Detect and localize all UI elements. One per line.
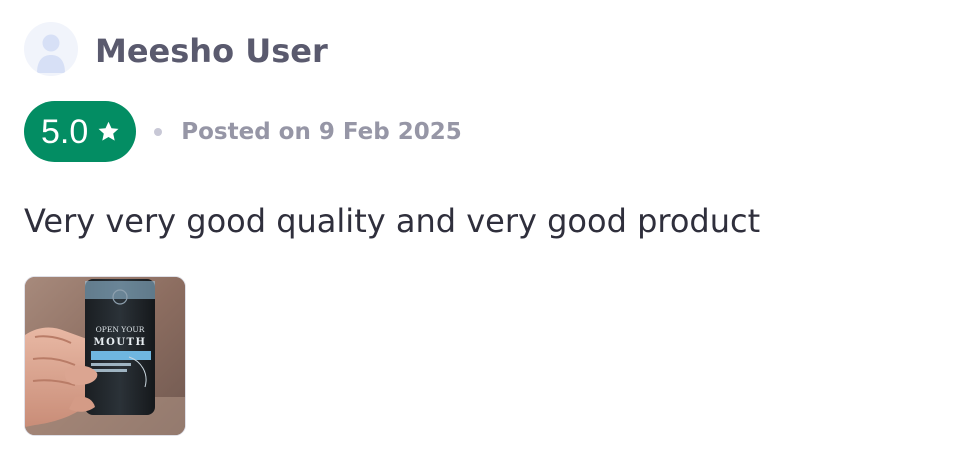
rating-value: 5.0 [41,112,89,151]
user-avatar [24,22,78,76]
star-icon [98,121,119,141]
review-photo-image: OPEN YOUR MOUTH [25,277,185,435]
reviewer-name: Meesho User [95,32,328,70]
photo-label-line-2: MOUTH [94,337,147,348]
photo-label-line-1: OPEN YOUR [96,325,145,334]
review-photo-thumbnail[interactable]: OPEN YOUR MOUTH [24,276,186,436]
rating-badge: 5.0 [24,101,137,162]
posted-date: Posted on 9 Feb 2025 [181,118,462,145]
review-text: Very very good quality and very good pro… [24,202,761,240]
dot-separator [154,127,163,136]
user-silhouette-icon [37,34,65,73]
rating-row: 5.0 Posted on 9 Feb 2025 [24,101,462,162]
review-card: Meesho User 5.0 Posted on 9 Feb 2025 Ver… [0,0,963,450]
